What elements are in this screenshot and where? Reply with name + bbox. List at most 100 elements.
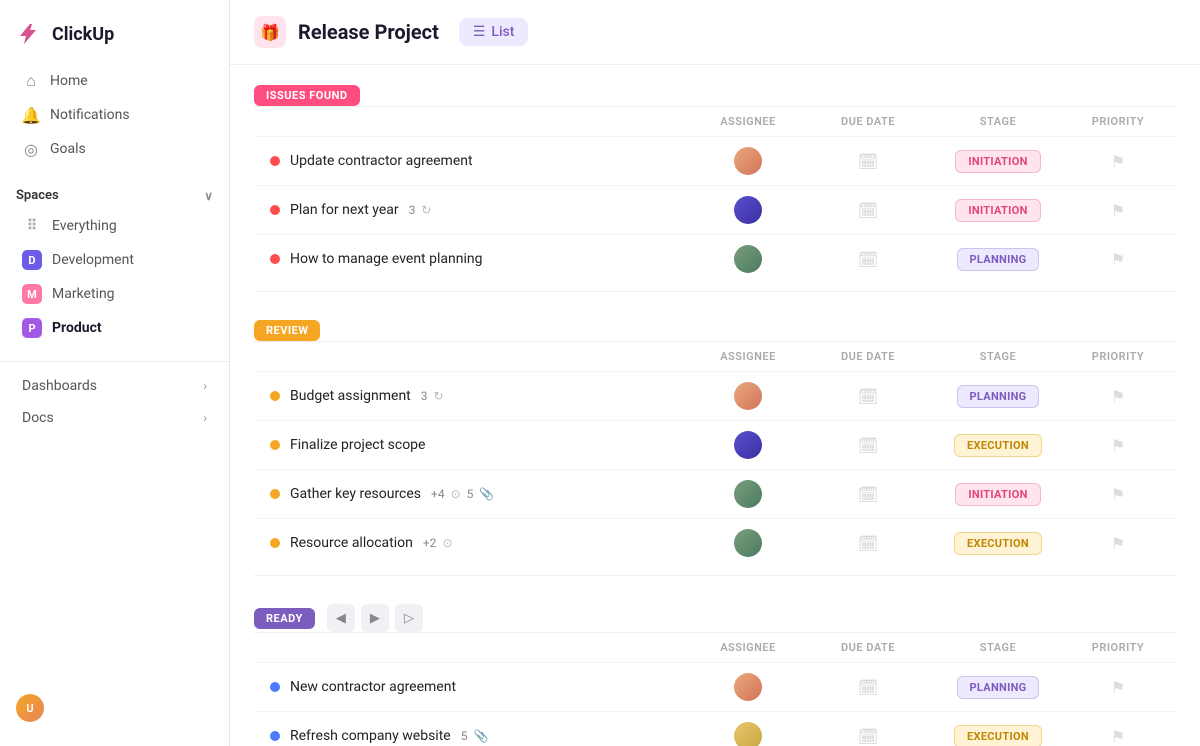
task-name-text[interactable]: Refresh company website — [290, 728, 451, 744]
sidebar-item-development[interactable]: D Development — [6, 243, 223, 277]
goals-icon: ◎ — [22, 140, 40, 158]
spaces-label: Spaces — [16, 188, 59, 203]
dashboards-chevron-icon: › — [203, 379, 207, 393]
sidebar-item-product[interactable]: P Product — [6, 311, 223, 345]
section-badge-review[interactable]: REVIEW — [254, 320, 320, 341]
toolbar-button[interactable]: ◀ — [327, 604, 355, 632]
table-row[interactable]: Refresh company website5📎 🗓 EXECUTION ⚑ — [254, 711, 1176, 746]
due-date-cell[interactable]: 🗓 — [808, 534, 928, 553]
stage-badge[interactable]: PLANNING — [957, 385, 1040, 408]
due-date-cell[interactable]: 🗓 — [808, 727, 928, 746]
table-row[interactable]: Gather key resources +4⊙5📎 🗓 INITIATION ⚑ — [254, 469, 1176, 518]
priority-cell: ⚑ — [1068, 678, 1168, 697]
everything-label: Everything — [52, 218, 117, 234]
stage-badge[interactable]: EXECUTION — [954, 532, 1042, 555]
col-task-name — [278, 115, 688, 128]
link-icon: ⊙ — [442, 536, 452, 550]
priority-flag-icon[interactable]: ⚑ — [1111, 678, 1125, 697]
task-status-dot — [270, 538, 280, 548]
priority-cell: ⚑ — [1068, 727, 1168, 746]
table-row[interactable]: Resource allocation+2⊙ 🗓 EXECUTION ⚑ — [254, 518, 1176, 567]
due-date-cell[interactable]: 🗓 — [808, 250, 928, 269]
task-name-text[interactable]: Budget assignment — [290, 388, 411, 404]
task-name-cell: Resource allocation+2⊙ — [270, 535, 688, 551]
docs-chevron-icon: › — [203, 411, 207, 425]
nav-notifications[interactable]: 🔔 Notifications — [6, 98, 223, 132]
priority-flag-icon[interactable]: ⚑ — [1111, 201, 1125, 220]
task-name-text[interactable]: Gather key resources — [290, 486, 421, 502]
task-name-cell: Refresh company website5📎 — [270, 728, 688, 744]
sidebar-item-marketing[interactable]: M Marketing — [6, 277, 223, 311]
priority-flag-icon[interactable]: ⚑ — [1111, 152, 1125, 171]
table-row[interactable]: New contractor agreement 🗓 PLANNING ⚑ — [254, 662, 1176, 711]
nav-goals[interactable]: ◎ Goals — [6, 132, 223, 166]
priority-flag-icon[interactable]: ⚑ — [1111, 436, 1125, 455]
task-name-text[interactable]: Plan for next year — [290, 202, 399, 218]
stage-badge[interactable]: EXECUTION — [954, 434, 1042, 457]
col-headers-ready: ASSIGNEEDUE DATESTAGEPRIORITY — [254, 632, 1176, 662]
spaces-header[interactable]: Spaces ∨ — [0, 182, 229, 209]
list-view-tab[interactable]: ☰ List — [459, 18, 529, 46]
task-name-text[interactable]: How to manage event planning — [290, 251, 482, 267]
task-name-text[interactable]: Finalize project scope — [290, 437, 425, 453]
section-header-review: REVIEW — [254, 320, 1176, 341]
table-row[interactable]: Budget assignment3↻🗓PLANNING⚑ — [254, 371, 1176, 420]
task-meta: +4⊙5📎 — [431, 487, 494, 501]
sidebar-item-everything[interactable]: Everything — [6, 209, 223, 243]
stage-badge[interactable]: PLANNING — [957, 248, 1040, 271]
stage-badge[interactable]: INITIATION — [955, 150, 1040, 173]
section-review: REVIEWASSIGNEEDUE DATESTAGEPRIORITYBudge… — [254, 320, 1176, 576]
col-priority: PRIORITY — [1068, 115, 1168, 128]
assignee-cell — [688, 480, 808, 508]
product-icon: P — [22, 318, 42, 338]
due-date-cell[interactable]: 🗓 — [808, 436, 928, 455]
priority-flag-icon[interactable]: ⚑ — [1111, 485, 1125, 504]
nav-home[interactable]: ⌂ Home — [6, 64, 223, 98]
sidebar-item-docs[interactable]: Docs › — [6, 402, 223, 434]
task-name-text[interactable]: New contractor agreement — [290, 679, 456, 695]
section-badge-ready[interactable]: READY — [254, 608, 315, 629]
col-task-name — [278, 350, 688, 363]
content-area: ISSUES FOUNDASSIGNEEDUE DATESTAGEPRIORIT… — [230, 65, 1200, 746]
sidebar-user[interactable]: U — [0, 682, 229, 734]
col-due-date: DUE DATE — [808, 641, 928, 654]
toolbar-button[interactable]: ▶ — [361, 604, 389, 632]
avatar — [734, 382, 762, 410]
due-date-cell[interactable]: 🗓 — [808, 152, 928, 171]
section-badge-issues[interactable]: ISSUES FOUND — [254, 85, 360, 106]
priority-cell: ⚑ — [1068, 485, 1168, 504]
stage-badge[interactable]: INITIATION — [955, 483, 1040, 506]
project-title: Release Project — [298, 20, 439, 44]
priority-flag-icon[interactable]: ⚑ — [1111, 727, 1125, 746]
stage-badge[interactable]: PLANNING — [957, 676, 1040, 699]
priority-flag-icon[interactable]: ⚑ — [1111, 387, 1125, 406]
table-row[interactable]: Update contractor agreement 🗓 INITIATION ⚑ — [254, 136, 1176, 185]
stage-badge[interactable]: INITIATION — [955, 199, 1040, 222]
priority-flag-icon[interactable]: ⚑ — [1111, 534, 1125, 553]
avatar — [734, 480, 762, 508]
toolbar-button[interactable]: ▷ — [395, 604, 423, 632]
avatar — [734, 529, 762, 557]
table-row[interactable]: Finalize project scope 🗓 EXECUTION ⚑ — [254, 420, 1176, 469]
due-date-cell[interactable]: 🗓 — [808, 387, 928, 406]
link-icon: ⊙ — [451, 487, 461, 501]
clickup-logo-icon — [16, 20, 44, 48]
task-name-text[interactable]: Update contractor agreement — [290, 153, 473, 169]
stage-badge[interactable]: EXECUTION — [954, 725, 1042, 746]
table-row[interactable]: How to manage event planning 🗓 PLANNING ⚑ — [254, 234, 1176, 283]
due-date-cell[interactable]: 🗓 — [808, 485, 928, 504]
col-headers-issues: ASSIGNEEDUE DATESTAGEPRIORITY — [254, 106, 1176, 136]
priority-cell: ⚑ — [1068, 534, 1168, 553]
sidebar-item-dashboards[interactable]: Dashboards › — [6, 370, 223, 402]
due-date-cell[interactable]: 🗓 — [808, 201, 928, 220]
attachment-icon: 📎 — [473, 729, 488, 743]
logo-text: ClickUp — [52, 24, 114, 45]
user-avatar: U — [16, 694, 44, 722]
table-row[interactable]: Plan for next year3↻🗓INITIATION⚑ — [254, 185, 1176, 234]
assignee-cell — [688, 431, 808, 459]
due-date-cell[interactable]: 🗓 — [808, 678, 928, 697]
priority-flag-icon[interactable]: ⚑ — [1111, 250, 1125, 269]
assignee-cell — [688, 673, 808, 701]
nav-goals-label: Goals — [50, 141, 86, 157]
task-name-text[interactable]: Resource allocation — [290, 535, 413, 551]
